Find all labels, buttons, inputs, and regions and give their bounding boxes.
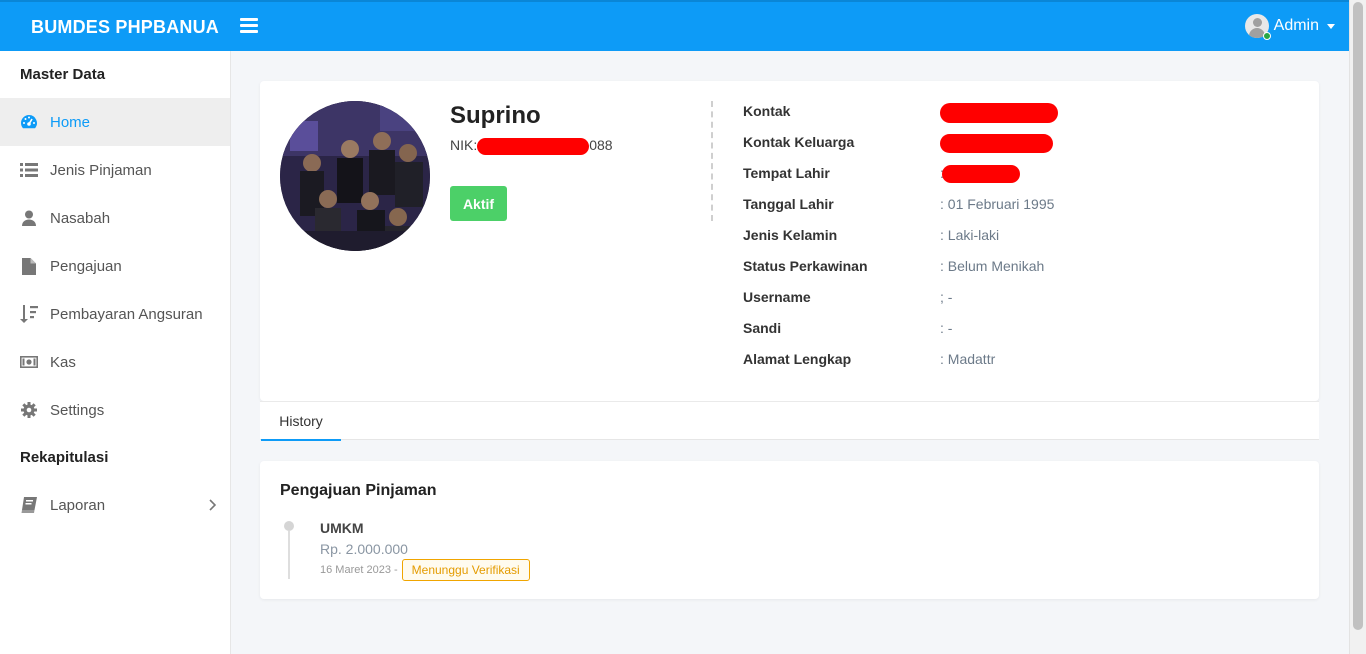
status-badge: Menunggu Verifikasi [401,559,530,581]
sidebar-item-home[interactable]: Home [0,98,230,146]
info-row-status-perkawinan: Status Perkawinan : Belum Menikah [743,258,1303,289]
sidebar-item-pengajuan[interactable]: Pengajuan [0,242,230,290]
book-icon [20,496,38,514]
info-value: : Madattr [940,351,996,367]
info-row-sandi: Sandi : - [743,320,1303,351]
info-label: Jenis Kelamin [743,227,838,243]
money-icon [20,353,38,371]
profile-card: Suprino NIK: 088 Aktif Kontak Kontak Kelu… [260,81,1319,401]
sidebar-item-label: Home [50,113,91,131]
info-value: : 01 Februari 1995 [940,196,1055,212]
info-value [940,103,1058,123]
user-icon [20,209,38,227]
user-menu[interactable]: Admin [1244,14,1335,40]
customer-name: Suprino [450,102,541,129]
sort-icon [20,305,38,323]
info-value [940,134,1053,153]
info-row-kontak: Kontak [743,103,1303,134]
nik-suffix: 088 [589,137,613,153]
info-label: Status Perkawinan [743,258,868,274]
user-name: Admin [1273,17,1319,34]
vertical-divider [711,101,713,221]
sidebar-item-label: Kas [50,353,76,371]
dashboard-icon [20,113,38,131]
caret-down-icon [1327,23,1335,29]
sidebar-item-kas[interactable]: Kas [0,338,230,386]
info-value: : Belum Menikah [940,258,1045,274]
online-status-icon [1262,32,1271,40]
redaction-mark [940,134,1053,153]
sidebar-item-jenis-pinjaman[interactable]: Jenis Pinjaman [0,146,230,194]
menu-toggle-icon[interactable] [240,18,258,34]
gear-icon [20,401,38,419]
sidebar: Master Data Home Jenis Pinjaman Nasabah … [0,51,231,654]
redaction-mark [940,103,1058,123]
top-navbar: BUMDES PHPBANUA Admin [0,0,1349,51]
history-card: Pengajuan Pinjaman UMKM Rp. 2.000.000 16… [260,461,1319,599]
profile-photo [280,101,430,251]
info-row-alamat-lengkap: Alamat Lengkap : Madattr [743,351,1303,382]
sidebar-item-label: Nasabah [50,209,111,227]
status-active-button[interactable]: Aktif [450,186,507,221]
sidebar-item-laporan[interactable]: Laporan [0,481,230,529]
customer-nik: NIK: 088 [450,137,613,155]
tabs-bar: History [260,401,1319,441]
info-row-jenis-kelamin: Jenis Kelamin : Laki-laki [743,227,1303,258]
info-value: : Laki-laki [940,227,1000,243]
info-row-username: Username ; - [743,289,1303,320]
loan-amount: Rp. 2.000.000 [320,541,408,557]
file-icon [20,257,38,275]
info-label: Tanggal Lahir [743,196,834,212]
info-value: : - [940,320,953,336]
info-row-tanggal-lahir: Tanggal Lahir : 01 Februari 1995 [743,196,1303,227]
sidebar-item-label: Pembayaran Angsuran [50,305,203,323]
sidebar-section-rekapitulasi: Rekapitulasi [20,449,109,466]
info-row-tempat-lahir: Tempat Lahir : [743,165,1303,196]
info-label: Alamat Lengkap [743,351,852,367]
loan-meta: 16 Maret 2023 - Menunggu Verifikasi [320,559,530,581]
page-scrollbar[interactable] [1349,0,1366,654]
sidebar-item-label: Pengajuan [50,257,122,275]
chevron-right-icon [209,498,217,515]
history-title: Pengajuan Pinjaman [280,482,437,499]
sidebar-item-settings[interactable]: Settings [0,386,230,434]
sidebar-item-nasabah[interactable]: Nasabah [0,194,230,242]
list-icon [20,161,38,179]
timeline-dot-icon [284,521,294,531]
redaction-mark [941,165,1020,184]
info-label: Tempat Lahir [743,165,830,181]
info-label: Sandi [743,320,782,336]
sidebar-item-label: Settings [50,401,105,419]
sidebar-item-pembayaran-angsuran[interactable]: Pembayaran Angsuran [0,290,230,338]
sidebar-item-label: Laporan [50,496,106,514]
info-label: Kontak Keluarga [743,134,855,150]
sidebar-item-label: Jenis Pinjaman [50,161,152,179]
info-label: Username [743,289,811,305]
info-value: ; - [940,289,953,305]
info-row-kontak-keluarga: Kontak Keluarga [743,134,1303,165]
sidebar-section-master-data: Master Data [20,66,106,83]
redaction-mark [477,137,590,155]
loan-date: 16 Maret 2023 - [320,564,398,576]
tab-history[interactable]: History [261,402,341,441]
info-label: Kontak [743,103,791,119]
loan-type: UMKM [320,520,364,536]
nik-label: NIK: [450,137,478,153]
brand-title[interactable]: BUMDES PHPBANUA [31,17,219,38]
scrollbar-thumb[interactable] [1353,2,1363,630]
info-value: : [940,165,1020,184]
timeline-line [288,531,290,579]
